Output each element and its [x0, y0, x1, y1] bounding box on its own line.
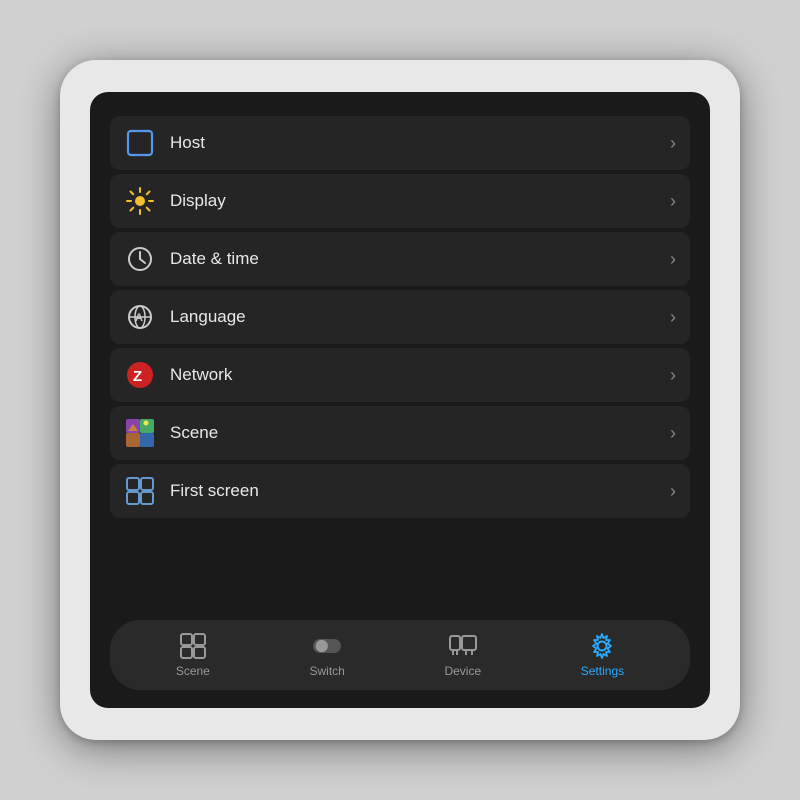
network-icon: Z	[124, 359, 156, 391]
device-frame: Host ›	[60, 60, 740, 740]
menu-item-display[interactable]: Display ›	[110, 174, 690, 228]
chevron-language: ›	[670, 307, 676, 328]
nav-label-switch: Switch	[309, 664, 344, 678]
chevron-first-screen: ›	[670, 481, 676, 502]
chevron-datetime: ›	[670, 249, 676, 270]
menu-item-first-screen[interactable]: First screen ›	[110, 464, 690, 518]
menu-label-datetime: Date & time	[170, 249, 259, 269]
bottom-nav: Scene Switch	[110, 620, 690, 690]
nav-item-switch[interactable]: Switch	[293, 628, 360, 682]
menu-label-network: Network	[170, 365, 232, 385]
device-screen: Host ›	[90, 92, 710, 708]
nav-item-settings[interactable]: Settings	[565, 628, 640, 682]
menu-label-first-screen: First screen	[170, 481, 259, 501]
nav-settings-icon	[588, 632, 616, 660]
scene-icon	[124, 417, 156, 449]
datetime-icon	[124, 243, 156, 275]
language-icon: A	[124, 301, 156, 333]
nav-scene-icon	[179, 632, 207, 660]
menu-item-language[interactable]: A Language ›	[110, 290, 690, 344]
chevron-network: ›	[670, 365, 676, 386]
nav-switch-icon	[313, 632, 341, 660]
nav-item-device[interactable]: Device	[428, 628, 497, 682]
menu-item-scene[interactable]: Scene ›	[110, 406, 690, 460]
nav-label-device: Device	[444, 664, 481, 678]
display-icon	[124, 185, 156, 217]
host-icon	[124, 127, 156, 159]
menu-item-datetime[interactable]: Date & time ›	[110, 232, 690, 286]
menu-label-language: Language	[170, 307, 246, 327]
nav-item-scene[interactable]: Scene	[160, 628, 226, 682]
first-screen-icon	[124, 475, 156, 507]
nav-label-scene: Scene	[176, 664, 210, 678]
menu-label-scene: Scene	[170, 423, 218, 443]
settings-menu-list: Host ›	[110, 116, 690, 606]
chevron-host: ›	[670, 133, 676, 154]
menu-label-display: Display	[170, 191, 226, 211]
nav-label-settings: Settings	[581, 664, 624, 678]
chevron-display: ›	[670, 191, 676, 212]
svg-text:A: A	[135, 312, 143, 324]
menu-item-host[interactable]: Host ›	[110, 116, 690, 170]
menu-item-network[interactable]: Z Network ›	[110, 348, 690, 402]
menu-label-host: Host	[170, 133, 205, 153]
svg-text:Z: Z	[133, 368, 142, 385]
nav-device-icon	[449, 632, 477, 660]
chevron-scene: ›	[670, 423, 676, 444]
